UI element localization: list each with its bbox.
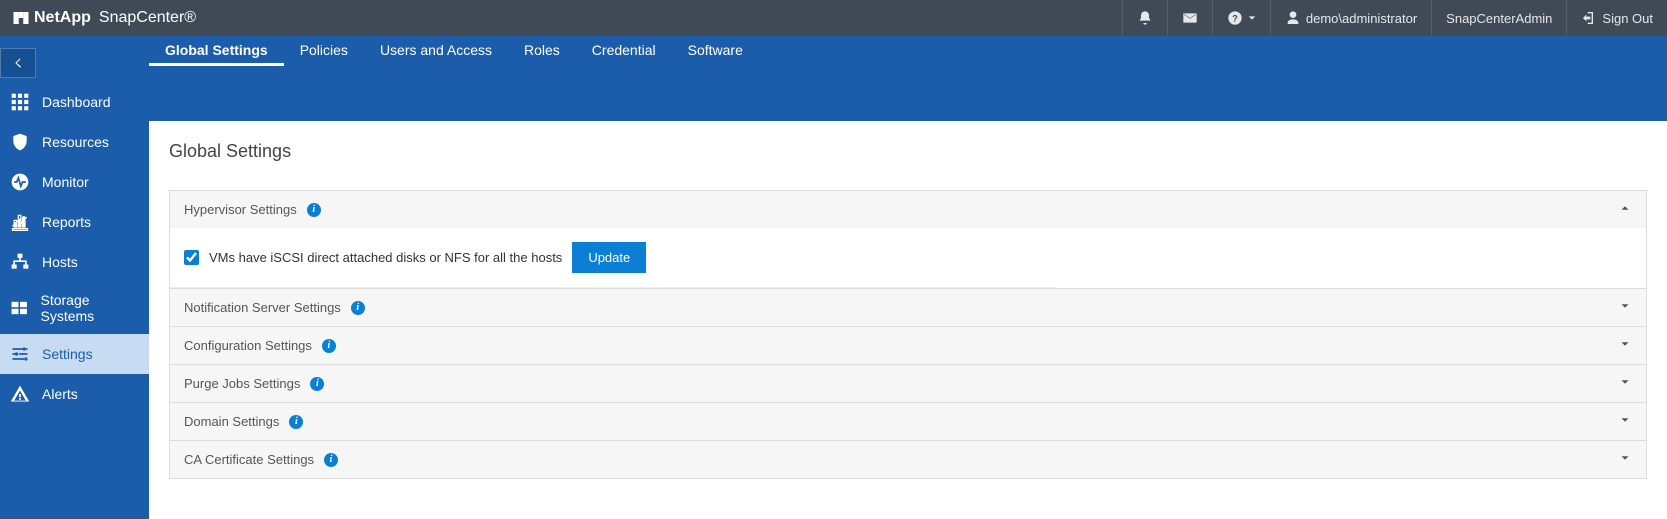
- sidebar-item-label: Hosts: [42, 254, 78, 270]
- section-purge: Purge Jobs Settings i: [170, 364, 1646, 402]
- chevron-down-icon: [1618, 375, 1632, 392]
- chevron-down-icon: [1618, 299, 1632, 316]
- section-label: Purge Jobs Settings: [184, 376, 300, 391]
- sidebar-item-resources[interactable]: Resources: [0, 122, 149, 162]
- section-notification: Notification Server Settings i: [170, 288, 1646, 326]
- brand-area: NetApp SnapCenter®: [12, 9, 196, 27]
- signout-label: Sign Out: [1602, 11, 1653, 26]
- page-title: Global Settings: [169, 141, 1647, 162]
- info-icon[interactable]: i: [289, 415, 303, 429]
- topbar-right: ? demo\administrator SnapCenterAdmin Sig…: [1122, 0, 1667, 36]
- update-button[interactable]: Update: [572, 242, 646, 273]
- sidebar-item-label: Dashboard: [42, 94, 111, 110]
- sidebar-item-label: Monitor: [42, 174, 89, 190]
- signout-icon: [1581, 10, 1597, 26]
- content-area: Global Settings Hypervisor Settings i VM…: [149, 121, 1667, 479]
- svg-text:?: ?: [1232, 13, 1238, 23]
- section-header-ca-cert[interactable]: CA Certificate Settings i: [170, 441, 1646, 478]
- section-header-configuration[interactable]: Configuration Settings i: [170, 327, 1646, 364]
- section-label: Domain Settings: [184, 414, 279, 429]
- user-icon: [1285, 10, 1301, 26]
- tab-global-settings[interactable]: Global Settings: [149, 36, 284, 66]
- vms-iscsi-checkbox[interactable]: [184, 250, 199, 265]
- topbar: NetApp SnapCenter® ? demo\administrator …: [0, 0, 1667, 36]
- info-icon[interactable]: i: [351, 301, 365, 315]
- role-label: SnapCenterAdmin: [1446, 11, 1552, 26]
- tab-roles[interactable]: Roles: [508, 36, 576, 66]
- netapp-logo: NetApp: [12, 9, 91, 27]
- user-label: demo\administrator: [1306, 11, 1417, 26]
- section-header-purge[interactable]: Purge Jobs Settings i: [170, 365, 1646, 402]
- tabs-row: Global Settings Policies Users and Acces…: [149, 36, 759, 66]
- sidebar-item-label: Settings: [42, 346, 93, 362]
- info-icon[interactable]: i: [322, 339, 336, 353]
- bell-icon: [1137, 10, 1153, 26]
- alert-icon: [10, 384, 30, 404]
- netapp-mark-icon: [12, 9, 30, 27]
- tabs-bar: Global Settings Policies Users and Acces…: [0, 36, 1667, 121]
- chevron-down-icon: [1618, 413, 1632, 430]
- sidebar-collapse-button[interactable]: [0, 48, 36, 78]
- sidebar-item-label: Alerts: [42, 386, 78, 402]
- sidebar-item-settings[interactable]: Settings: [0, 334, 149, 374]
- user-menu[interactable]: demo\administrator: [1270, 0, 1431, 36]
- chevron-up-icon: [1618, 201, 1632, 218]
- notifications-button[interactable]: [1122, 0, 1167, 36]
- sidebar-item-label: Reports: [42, 214, 91, 230]
- chart-icon: [10, 212, 30, 232]
- section-label: CA Certificate Settings: [184, 452, 314, 467]
- settings-accordion: Hypervisor Settings i VMs have iSCSI dir…: [169, 190, 1647, 479]
- section-label: Hypervisor Settings: [184, 202, 297, 217]
- section-header-notification[interactable]: Notification Server Settings i: [170, 289, 1646, 326]
- sidebar-item-hosts[interactable]: Hosts: [0, 242, 149, 282]
- shield-icon: [10, 132, 30, 152]
- checkbox-label: VMs have iSCSI direct attached disks or …: [209, 250, 562, 265]
- sidebar-item-dashboard[interactable]: Dashboard: [0, 82, 149, 122]
- sliders-icon: [10, 344, 30, 364]
- section-header-hypervisor[interactable]: Hypervisor Settings i: [170, 191, 1646, 228]
- help-icon: ?: [1227, 10, 1243, 26]
- section-label: Configuration Settings: [184, 338, 312, 353]
- chevron-down-icon: [1618, 451, 1632, 468]
- sidebar-item-label: Resources: [42, 134, 109, 150]
- section-domain: Domain Settings i: [170, 402, 1646, 440]
- section-body-hypervisor: VMs have iSCSI direct attached disks or …: [170, 228, 1056, 288]
- sidebar-item-alerts[interactable]: Alerts: [0, 374, 149, 414]
- sidebar-item-monitor[interactable]: Monitor: [0, 162, 149, 202]
- tab-policies[interactable]: Policies: [284, 36, 364, 66]
- info-icon[interactable]: i: [307, 203, 321, 217]
- caret-down-icon: [1248, 14, 1256, 22]
- grid-icon: [10, 92, 30, 112]
- host-icon: [10, 252, 30, 272]
- info-icon[interactable]: i: [324, 453, 338, 467]
- tab-users-access[interactable]: Users and Access: [364, 36, 508, 66]
- help-button[interactable]: ?: [1212, 0, 1270, 36]
- pulse-icon: [10, 172, 30, 192]
- tab-credential[interactable]: Credential: [576, 36, 672, 66]
- section-header-domain[interactable]: Domain Settings i: [170, 403, 1646, 440]
- brand-company: NetApp: [34, 9, 91, 27]
- info-icon[interactable]: i: [310, 377, 324, 391]
- messages-button[interactable]: [1167, 0, 1212, 36]
- section-hypervisor: Hypervisor Settings i VMs have iSCSI dir…: [170, 191, 1646, 288]
- tab-software[interactable]: Software: [672, 36, 759, 66]
- signout-button[interactable]: Sign Out: [1566, 0, 1667, 36]
- chevron-down-icon: [1618, 337, 1632, 354]
- role-label-item[interactable]: SnapCenterAdmin: [1431, 0, 1566, 36]
- sidebar-item-reports[interactable]: Reports: [0, 202, 149, 242]
- sidebar-item-storage[interactable]: Storage Systems: [0, 282, 149, 334]
- section-ca-cert: CA Certificate Settings i: [170, 440, 1646, 478]
- sidebar-item-label: Storage Systems: [40, 292, 139, 324]
- sidebar: Dashboard Resources Monitor Reports Host…: [0, 36, 149, 519]
- section-configuration: Configuration Settings i: [170, 326, 1646, 364]
- section-label: Notification Server Settings: [184, 300, 341, 315]
- brand-product: SnapCenter®: [99, 9, 196, 27]
- chevron-left-icon: [10, 55, 26, 71]
- envelope-icon: [1182, 10, 1198, 26]
- storage-icon: [10, 298, 28, 318]
